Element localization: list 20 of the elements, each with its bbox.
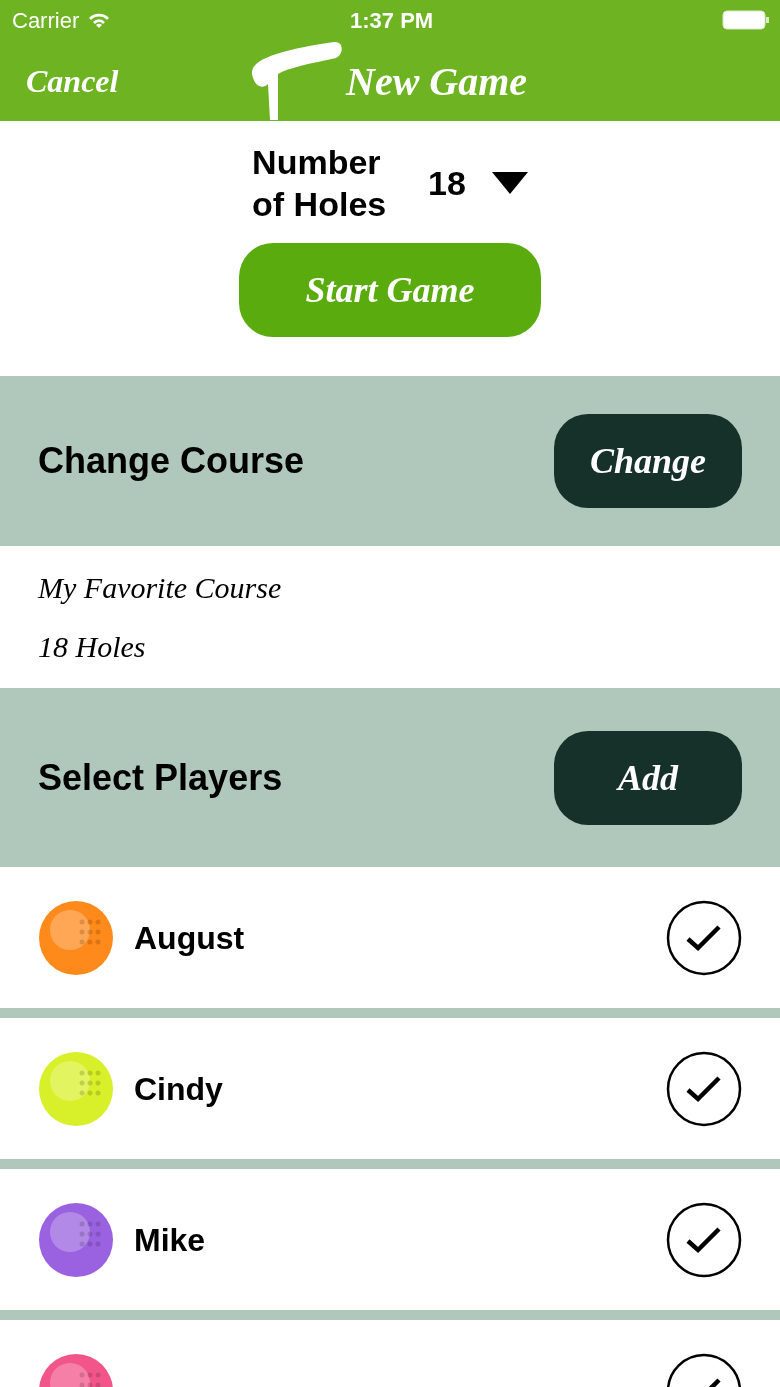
holes-label: Number of Holes (252, 142, 388, 225)
change-button[interactable]: Change (554, 414, 742, 508)
player-name: August (134, 918, 245, 958)
wifi-icon (87, 11, 112, 29)
checked-circle-icon[interactable] (666, 1201, 742, 1278)
carrier-label: Carrier (12, 6, 80, 35)
section-title: Change Course (38, 439, 305, 483)
checked-circle-icon[interactable] (666, 899, 742, 976)
checked-circle-icon[interactable] (666, 1050, 742, 1127)
player-name: Cindy (134, 1069, 223, 1109)
battery-icon (722, 10, 770, 30)
clock-time: 1:37 PM (350, 6, 434, 35)
course-holes: 18 Holes (38, 629, 147, 665)
add-button[interactable]: Add (554, 730, 742, 825)
dropdown-arrow-icon (491, 172, 528, 194)
screen-title: New Game (346, 58, 528, 106)
course-name: My Favorite Course (38, 570, 283, 606)
section-title: Select Players (38, 755, 283, 800)
player-name: Mike (134, 1220, 206, 1260)
holes-dropdown[interactable]: 18 (428, 157, 528, 209)
